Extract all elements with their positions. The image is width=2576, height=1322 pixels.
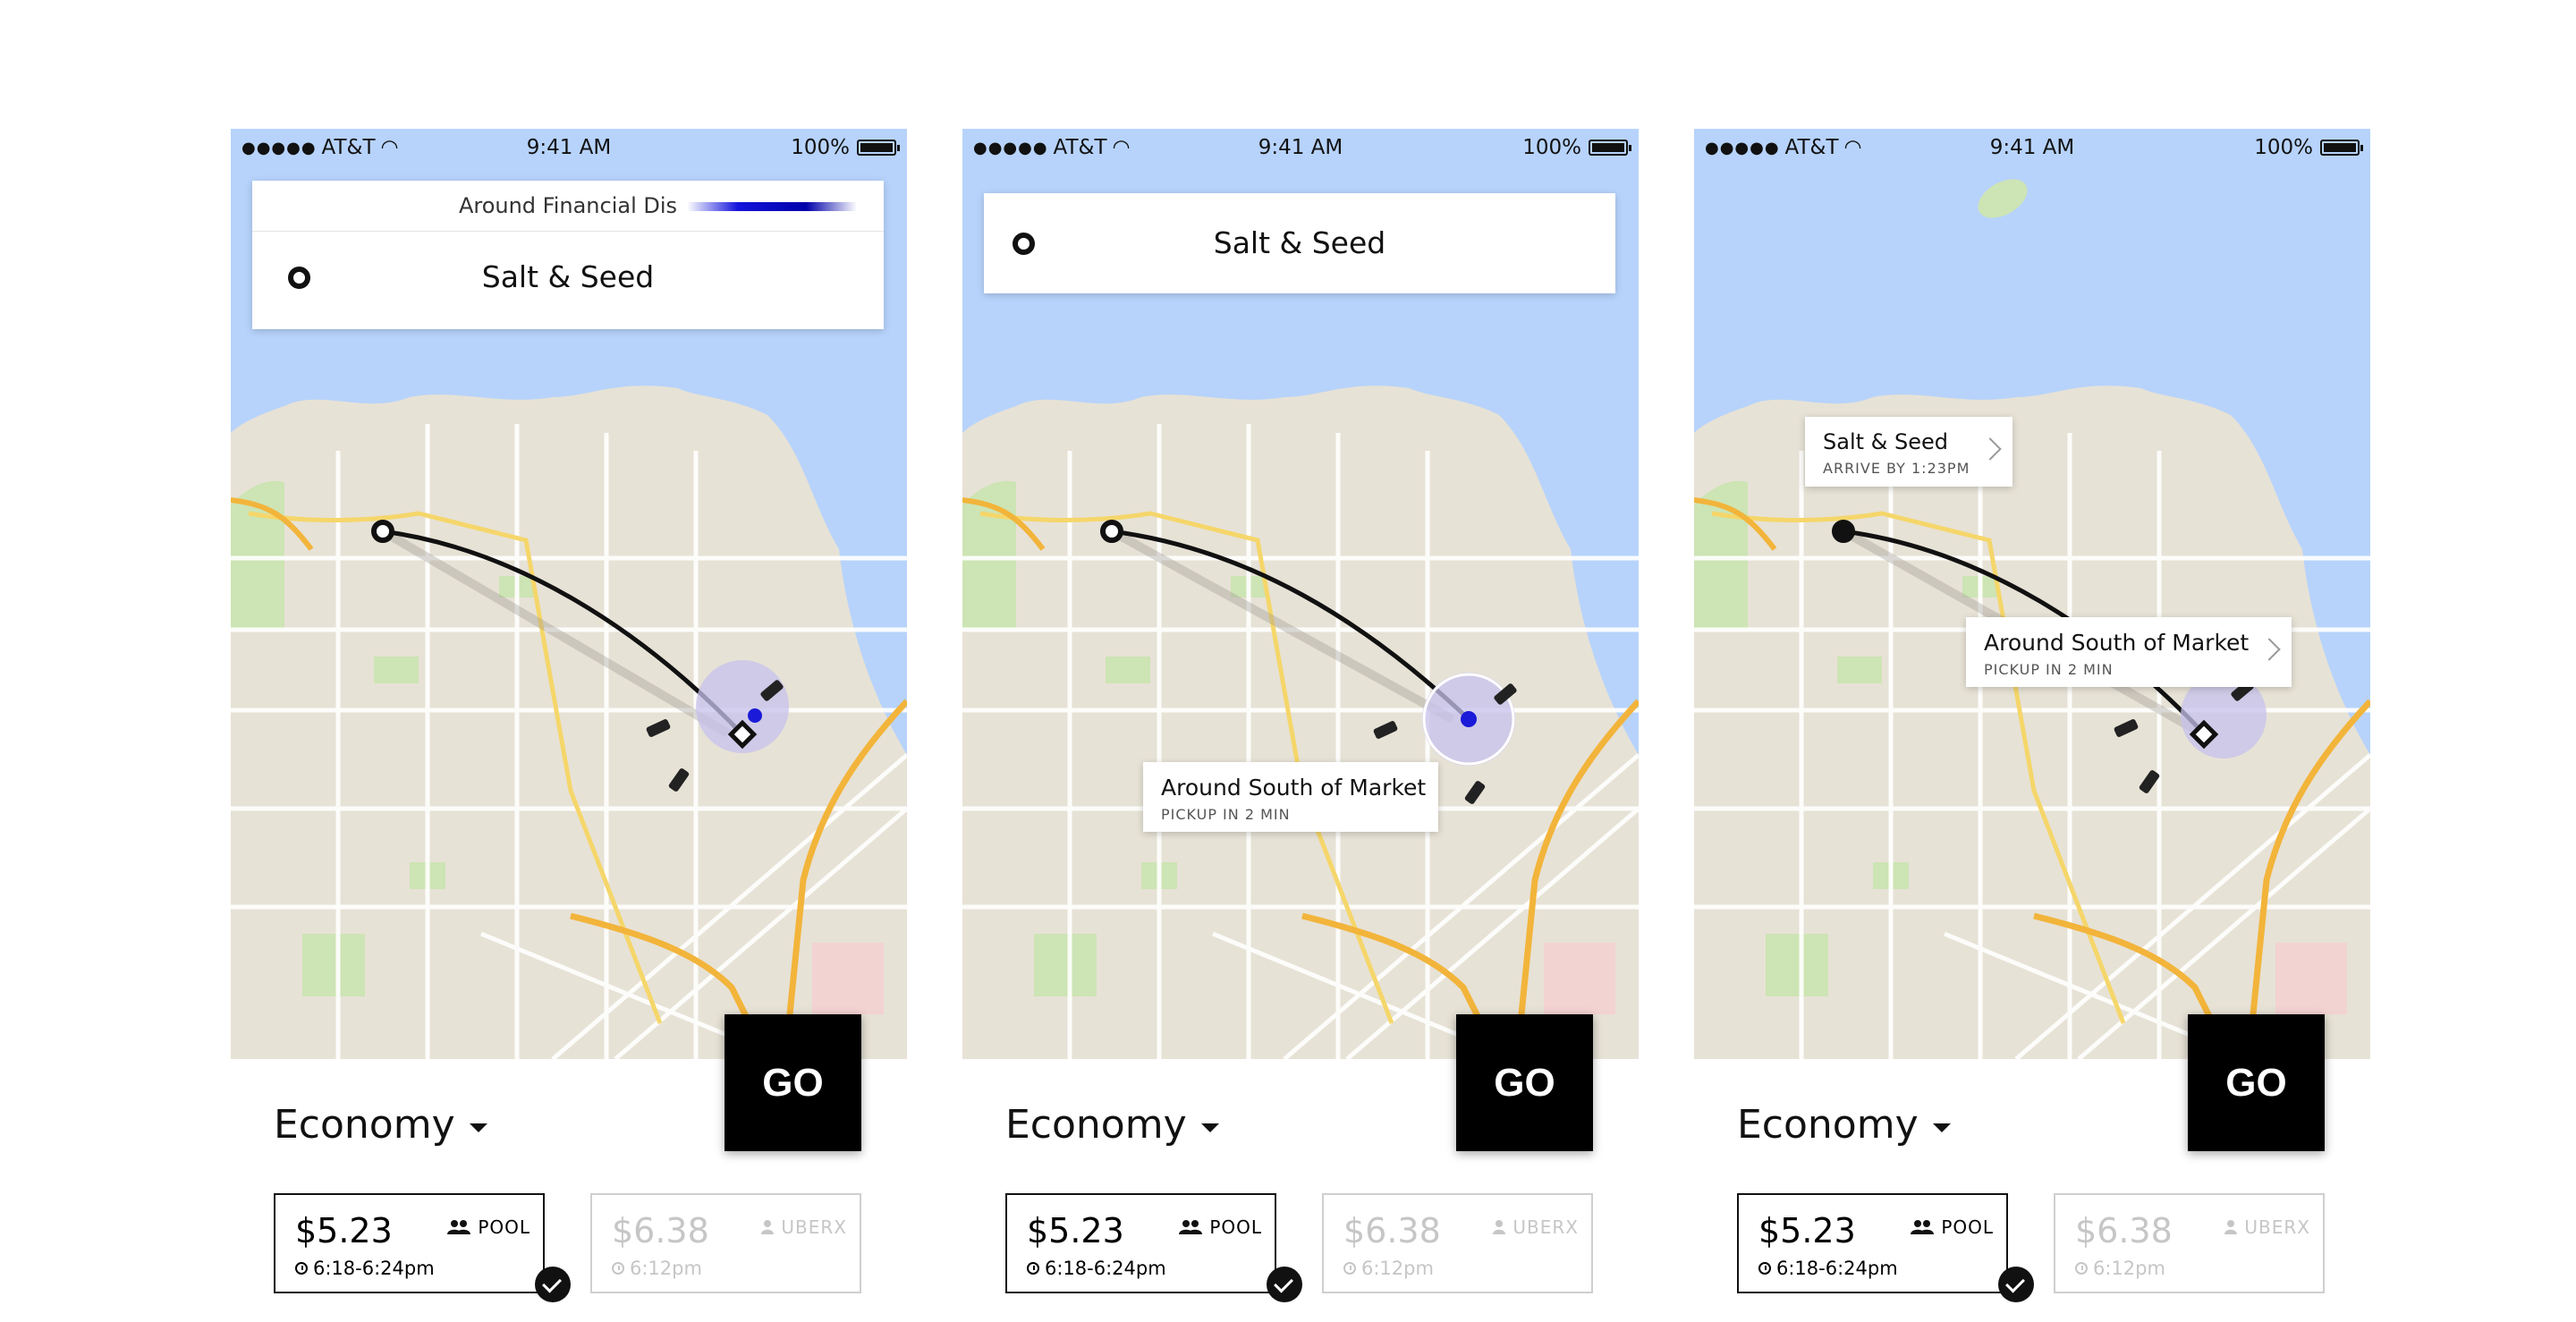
battery-icon bbox=[1589, 140, 1631, 156]
caret-down-icon bbox=[1200, 1123, 1219, 1132]
option-price: $6.38 bbox=[612, 1211, 709, 1250]
battery-percent: 100% bbox=[2254, 136, 2313, 159]
option-type: UBERX bbox=[781, 1216, 847, 1238]
pickup-tooltip-title: Around South of Market bbox=[1984, 630, 2250, 656]
check-icon bbox=[535, 1267, 571, 1302]
option-price: $5.23 bbox=[295, 1211, 393, 1250]
clock-icon bbox=[295, 1262, 308, 1275]
go-button[interactable]: GO bbox=[2188, 1014, 2325, 1151]
screen-2: ●●●●● AT&T ◠ 9:41 AM 100% Salt & Seed Arou… bbox=[962, 129, 1639, 1322]
option-eta: 6:12pm bbox=[630, 1258, 702, 1279]
option-eta: 6:18-6:24pm bbox=[1776, 1258, 1898, 1279]
destination-tooltip[interactable]: Salt & Seed ARRIVE BY 1:23PM bbox=[1805, 417, 2012, 487]
tier-selector[interactable]: Economy bbox=[1737, 1102, 1951, 1148]
pickup-tooltip[interactable]: Around South of Market PICKUP IN 2 MIN bbox=[1966, 617, 2292, 687]
tier-selector[interactable]: Economy bbox=[1005, 1102, 1219, 1148]
group-icon bbox=[447, 1220, 471, 1234]
pickup-subtitle: Around Financial Dis bbox=[252, 181, 884, 232]
clock-icon bbox=[1758, 1262, 1771, 1275]
option-pool[interactable]: $5.23 POOL 6:18-6:24pm bbox=[1005, 1193, 1276, 1293]
pickup-tooltip[interactable]: Around South of Market PICKUP IN 2 MIN bbox=[1143, 762, 1438, 832]
go-button[interactable]: GO bbox=[1456, 1014, 1593, 1151]
destination-tooltip-subtitle: ARRIVE BY 1:23PM bbox=[1823, 460, 1970, 477]
check-icon bbox=[1267, 1267, 1302, 1302]
option-eta: 6:12pm bbox=[1361, 1258, 1434, 1279]
map[interactable] bbox=[1694, 129, 2370, 1059]
destination-tooltip-title: Salt & Seed bbox=[1823, 429, 1948, 454]
status-bar: ●●●●● AT&T ◠ 9:41 AM 100% bbox=[231, 129, 907, 166]
chevron-right-icon bbox=[2258, 638, 2281, 661]
battery-percent: 100% bbox=[791, 136, 850, 159]
option-price: $6.38 bbox=[1343, 1211, 1441, 1250]
person-icon bbox=[1493, 1220, 1506, 1234]
status-bar: ●●●●● AT&T ◠ 9:41 AM 100% bbox=[1694, 129, 2370, 166]
option-eta: 6:18-6:24pm bbox=[313, 1258, 435, 1279]
caret-down-icon bbox=[469, 1123, 487, 1132]
go-button[interactable]: GO bbox=[724, 1014, 861, 1151]
group-icon bbox=[1911, 1220, 1935, 1234]
battery-percent: 100% bbox=[1522, 136, 1581, 159]
clock-icon bbox=[1027, 1262, 1039, 1275]
clock-icon bbox=[612, 1262, 624, 1275]
tier-label: Economy bbox=[274, 1102, 455, 1148]
option-uberx[interactable]: $6.38 UBERX 6:12pm bbox=[2054, 1193, 2325, 1293]
option-type: UBERX bbox=[1513, 1216, 1579, 1238]
option-type: POOL bbox=[1209, 1216, 1262, 1238]
pickup-tooltip-subtitle: PICKUP IN 2 MIN bbox=[1161, 806, 1291, 823]
option-uberx[interactable]: $6.38 UBERX 6:12pm bbox=[1322, 1193, 1593, 1293]
clock-icon bbox=[2075, 1262, 2088, 1275]
option-price: $6.38 bbox=[2075, 1211, 2173, 1250]
screen-1: ●●●●● AT&T ◠ 9:41 AM 100% Around Financial… bbox=[231, 129, 907, 1322]
option-pool[interactable]: $5.23 POOL 6:18-6:24pm bbox=[1737, 1193, 2008, 1293]
person-icon bbox=[2224, 1220, 2238, 1234]
tier-label: Economy bbox=[1005, 1102, 1187, 1148]
option-pool[interactable]: $5.23 POOL 6:18-6:24pm bbox=[274, 1193, 545, 1293]
caret-down-icon bbox=[1932, 1123, 1951, 1132]
tier-selector[interactable]: Economy bbox=[274, 1102, 487, 1148]
clock-icon bbox=[1343, 1262, 1356, 1275]
destination-label: Salt & Seed bbox=[1213, 225, 1386, 260]
option-price: $5.23 bbox=[1027, 1211, 1124, 1250]
pickup-tooltip-subtitle: PICKUP IN 2 MIN bbox=[1984, 661, 2114, 678]
battery-icon bbox=[857, 140, 900, 156]
option-uberx[interactable]: $6.38 UBERX 6:12pm bbox=[590, 1193, 861, 1293]
option-eta: 6:12pm bbox=[2093, 1258, 2165, 1279]
tier-label: Economy bbox=[1737, 1102, 1919, 1148]
check-icon bbox=[1998, 1267, 2034, 1302]
option-type: POOL bbox=[478, 1216, 530, 1238]
pickup-tooltip-title: Around South of Market bbox=[1161, 775, 1427, 801]
option-price: $5.23 bbox=[1758, 1211, 1856, 1250]
group-icon bbox=[1179, 1220, 1203, 1234]
battery-icon bbox=[2320, 140, 2363, 156]
screen-3: ●●●●● AT&T ◠ 9:41 AM 100% Salt & Seed ARRI… bbox=[1694, 129, 2370, 1322]
destination-label: Salt & Seed bbox=[481, 259, 655, 294]
person-icon bbox=[761, 1220, 775, 1234]
status-bar: ●●●●● AT&T ◠ 9:41 AM 100% bbox=[962, 129, 1639, 166]
option-type: UBERX bbox=[2244, 1216, 2310, 1238]
chevron-right-icon bbox=[1979, 437, 2002, 461]
option-type: POOL bbox=[1941, 1216, 1994, 1238]
destination-search[interactable]: Salt & Seed bbox=[984, 193, 1615, 293]
destination-search[interactable]: Around Financial Dis Salt & Seed bbox=[252, 181, 884, 329]
option-eta: 6:18-6:24pm bbox=[1045, 1258, 1166, 1279]
